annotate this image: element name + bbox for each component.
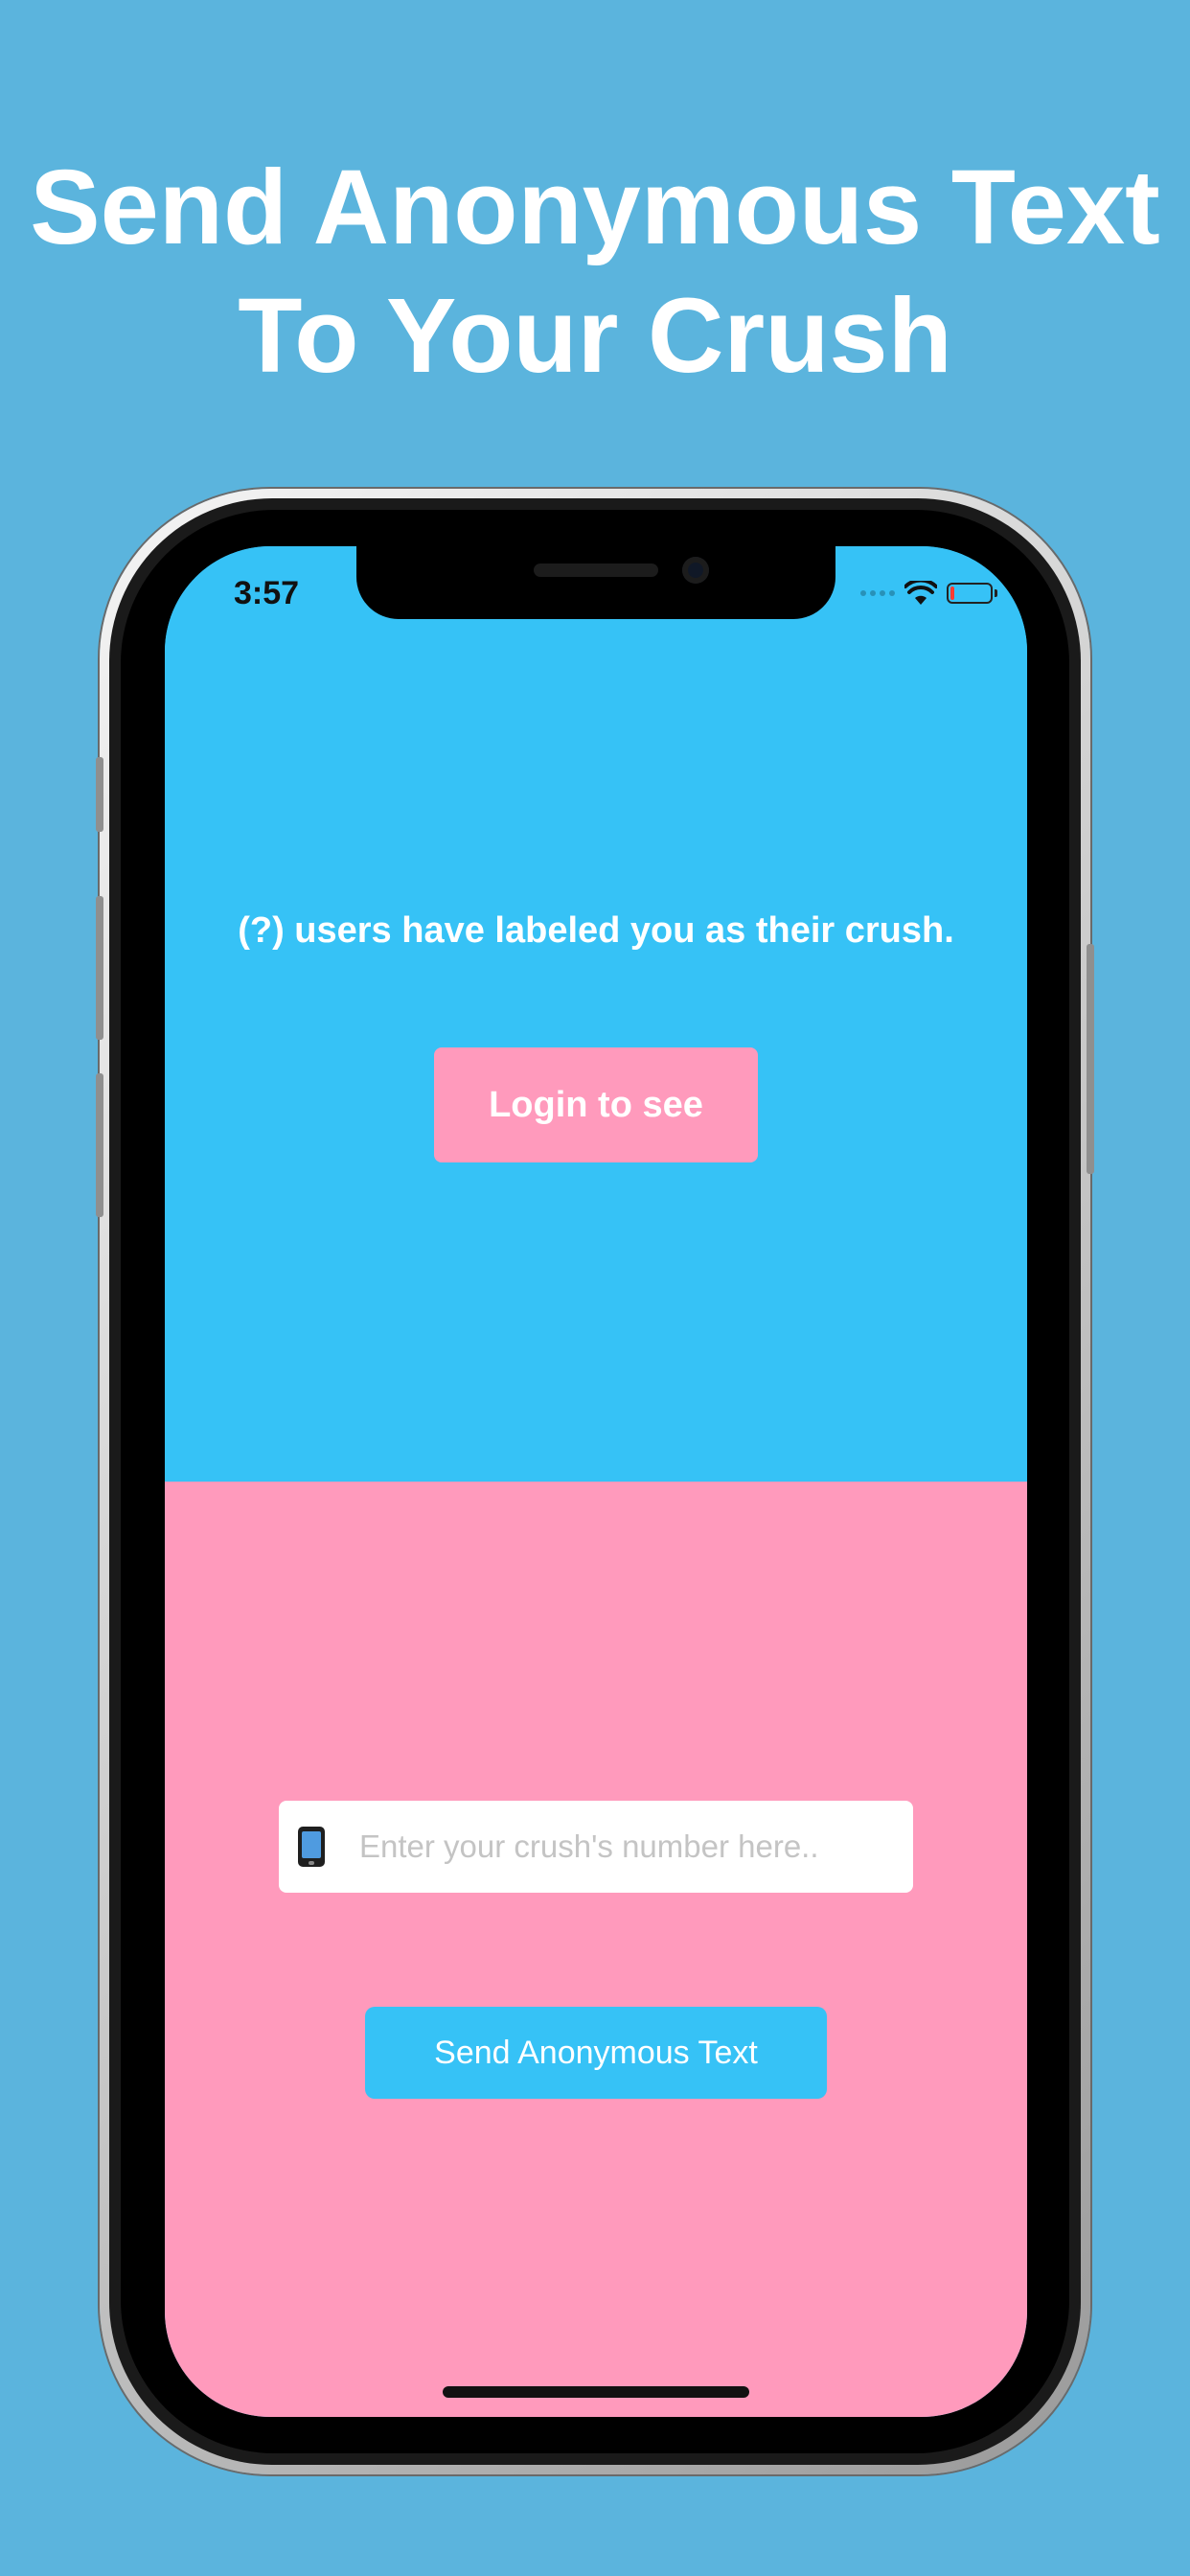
status-time: 3:57 bbox=[234, 575, 300, 611]
send-anonymous-text-button[interactable]: Send Anonymous Text bbox=[365, 2007, 827, 2099]
volume-down-button bbox=[96, 1073, 103, 1217]
crush-number-field[interactable] bbox=[279, 1801, 913, 1893]
crush-count-panel: 3:57 (?) users have labeled you as their… bbox=[165, 546, 1027, 1482]
silent-switch bbox=[96, 757, 103, 832]
promo-headline-line-2: To Your Crush bbox=[238, 277, 952, 395]
status-icons bbox=[860, 577, 997, 610]
cellular-signal-icon bbox=[860, 590, 895, 596]
crush-number-input[interactable] bbox=[359, 1828, 896, 1865]
app-screen: 3:57 (?) users have labeled you as their… bbox=[165, 546, 1027, 2417]
wifi-icon bbox=[904, 581, 937, 605]
home-indicator[interactable] bbox=[443, 2386, 749, 2398]
promo-headline-line-1: Send Anonymous Text bbox=[30, 149, 1160, 266]
volume-up-button bbox=[96, 896, 103, 1040]
login-button[interactable]: Login to see bbox=[434, 1047, 758, 1162]
mobile-phone-icon bbox=[298, 1827, 325, 1867]
crush-count-message: (?) users have labeled you as their crus… bbox=[238, 910, 954, 951]
front-camera bbox=[682, 557, 709, 584]
promo-headline: Send Anonymous Text To Your Crush bbox=[0, 144, 1190, 401]
earpiece-speaker bbox=[534, 564, 658, 577]
send-text-panel bbox=[165, 1482, 1027, 2417]
battery-level bbox=[950, 586, 954, 600]
power-button bbox=[1087, 944, 1094, 1174]
battery-icon bbox=[947, 583, 997, 604]
notch bbox=[356, 546, 835, 619]
